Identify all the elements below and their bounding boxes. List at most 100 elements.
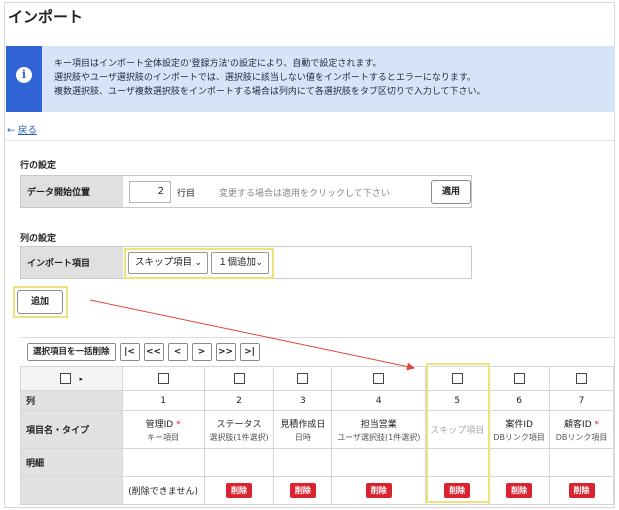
column-checkbox[interactable] — [513, 373, 525, 384]
column-number: 2 — [203, 390, 275, 411]
back-link[interactable]: ← 戻る — [7, 122, 37, 136]
item-cell: 管理ID * キー項目 — [121, 410, 205, 449]
item-type: 選択肢(1件選択) — [209, 432, 269, 442]
item-name: 担当営業 — [360, 419, 397, 430]
apply-button[interactable]: 適用 — [431, 180, 471, 204]
detail-cell — [203, 448, 275, 477]
detail-cell — [273, 448, 333, 477]
required-mark: * — [594, 419, 600, 430]
delete-button[interactable]: 削除 — [289, 483, 316, 498]
skip-column-highlight — [426, 363, 490, 503]
delete-button[interactable]: 削除 — [568, 483, 595, 498]
column-checkbox[interactable] — [157, 373, 169, 384]
column-number: 1 — [121, 390, 205, 411]
col-row-label: 列 — [20, 390, 123, 411]
last-page-button[interactable]: >| — [239, 343, 260, 361]
notice-line: 選択肢やユーザ選択肢のインポートでは、選択肢に該当しない値をインポートするとエラ… — [54, 73, 476, 83]
bulk-delete-button[interactable]: 選択項目を一括削除 — [27, 343, 116, 361]
checkbox-cell — [203, 366, 275, 391]
column-number: 4 — [331, 390, 427, 411]
column-number: 3 — [273, 390, 333, 411]
column-checkbox[interactable] — [297, 373, 309, 384]
item-type: 日時 — [294, 432, 311, 442]
action-cell: 削除 — [273, 476, 333, 505]
detail-cell — [121, 448, 205, 477]
action-cell: 削除 — [549, 476, 614, 505]
column-number: 6 — [488, 390, 551, 411]
item-cell: 見積作成日 日時 — [273, 410, 333, 449]
name-type-row-label: 項目名・タイプ — [20, 410, 123, 449]
import-item-label: インポート項目 — [21, 247, 123, 278]
checkbox-cell — [121, 366, 205, 391]
import-column-grid: ▸ 列 1 2 3 4 5 6 7 項目名・タイプ 管理ID * キー項目 ステ… — [20, 366, 614, 505]
data-start-input[interactable]: 2 — [129, 181, 171, 203]
action-row: (削除できません) 削除 削除 削除 削除 削除 削除 — [20, 476, 614, 505]
action-cell: 削除 — [488, 476, 551, 505]
checkbox-cell — [273, 366, 333, 391]
delete-button[interactable]: 削除 — [226, 483, 253, 498]
detail-cell — [549, 448, 614, 477]
fast-next-button[interactable]: >> — [215, 343, 236, 361]
action-cell: 削除 — [331, 476, 427, 505]
item-count-select[interactable]: １個追加 ⌄ — [211, 252, 269, 274]
info-icon: i — [16, 67, 32, 83]
cannot-delete-text: (削除できません) — [128, 487, 198, 497]
action-row-label — [20, 476, 123, 505]
row-unit-label: 行目 — [177, 189, 196, 199]
column-checkbox[interactable] — [233, 373, 245, 384]
select-all-cell: ▸ — [20, 366, 123, 391]
data-start-label: データ開始位置 — [21, 176, 123, 207]
add-column-button[interactable]: 追加 — [17, 290, 63, 314]
delete-button[interactable]: 削除 — [365, 483, 392, 498]
column-number: 7 — [549, 390, 614, 411]
column-checkbox[interactable] — [576, 373, 588, 384]
delete-button[interactable]: 削除 — [506, 483, 533, 498]
notice-icon-bar: i — [6, 46, 42, 112]
back-arrow-icon: ← — [7, 125, 15, 136]
row-settings-title: 行の設定 — [20, 161, 57, 171]
item-count-select-value: １個追加 — [218, 257, 257, 268]
col-settings-title: 列の設定 — [20, 234, 57, 244]
page-title: インポート — [8, 8, 84, 26]
caret-right-icon[interactable]: ▸ — [80, 375, 84, 383]
action-cell: (削除できません) — [121, 476, 205, 505]
divider — [5, 140, 614, 141]
next-button[interactable]: > — [191, 343, 212, 361]
col-settings-panel: インポート項目 スキップ項目 ⌄ １個追加 ⌄ — [20, 246, 472, 279]
chevron-down-icon: ⌄ — [194, 258, 202, 268]
notice-line: 複数選択肢、ユーザ複数選択肢をインポートする場合は列内にて各選択肢をタブ区切りで… — [54, 87, 486, 97]
item-name: 案件ID — [505, 419, 533, 430]
column-number-row: 列 1 2 3 4 5 6 7 — [20, 390, 614, 411]
item-type: ユーザ選択肢(1件選択) — [337, 432, 421, 442]
fast-prev-button[interactable]: << — [143, 343, 164, 361]
item-type: DBリンク項目 — [555, 432, 608, 442]
item-name-row: 項目名・タイプ 管理ID * キー項目 ステータス 選択肢(1件選択) 見積作成… — [20, 410, 614, 449]
detail-cell — [331, 448, 427, 477]
table-toolbar: 選択項目を一括削除 |< << < > >> >| — [27, 343, 260, 361]
checkbox-row: ▸ — [20, 366, 614, 391]
column-checkbox[interactable] — [373, 373, 385, 384]
detail-row-label: 明細 — [20, 448, 123, 477]
item-cell: 担当営業 ユーザ選択肢(1件選択) — [331, 410, 427, 449]
notice-text: キー項目はインポート全体設定の'登録方法'の設定により、自動で設定されます。 選… — [54, 57, 486, 99]
back-link-label[interactable]: 戻る — [18, 125, 37, 136]
item-type-select[interactable]: スキップ項目 ⌄ — [128, 252, 208, 274]
chevron-down-icon: ⌄ — [255, 258, 263, 268]
first-page-button[interactable]: |< — [119, 343, 140, 361]
checkbox-cell — [549, 366, 614, 391]
item-name: 顧客ID — [564, 419, 592, 430]
checkbox-cell — [331, 366, 427, 391]
item-cell: 顧客ID * DBリンク項目 — [549, 410, 614, 449]
item-name: 管理ID — [145, 419, 174, 430]
item-type: キー項目 — [147, 432, 180, 442]
item-cell: 案件ID DBリンク項目 — [488, 410, 551, 449]
item-type: DBリンク項目 — [493, 432, 545, 442]
required-mark: * — [176, 419, 181, 430]
checkbox-cell — [488, 366, 551, 391]
select-all-checkbox[interactable] — [59, 373, 71, 384]
info-notice: i キー項目はインポート全体設定の'登録方法'の設定により、自動で設定されます。… — [6, 46, 615, 112]
item-cell: ステータス 選択肢(1件選択) — [203, 410, 275, 449]
item-type-select-value: スキップ項目 — [135, 257, 193, 268]
prev-button[interactable]: < — [167, 343, 188, 361]
notice-line: キー項目はインポート全体設定の'登録方法'の設定により、自動で設定されます。 — [54, 59, 382, 69]
